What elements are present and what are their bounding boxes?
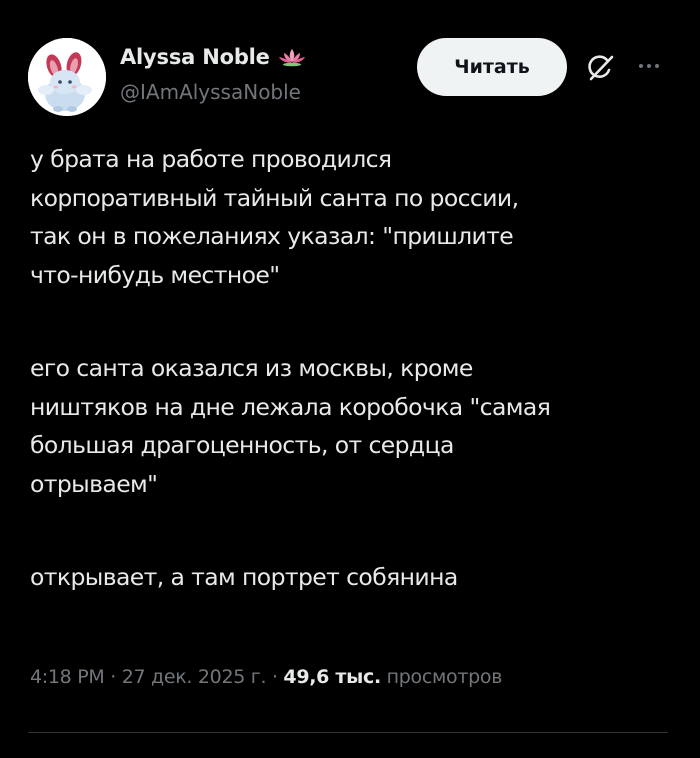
tweet-line: так он в пожеланиях указал: "пришлите (30, 222, 514, 250)
meta-separator: · (266, 666, 284, 688)
tweet-meta: 4:18 PM · 27 дек. 2025 г. · 49,6 тыс. пр… (30, 666, 502, 688)
author-handle[interactable]: @IAmAlyssaNoble (120, 80, 301, 104)
author-display-name[interactable]: Alyssa Noble (120, 45, 270, 69)
tweet-paragraph: у брата на работе проводился корпоративн… (30, 140, 680, 294)
avatar[interactable] (28, 38, 106, 116)
views-label: просмотров (386, 666, 503, 688)
tweet-line: его санта оказался из москвы, кроме (30, 354, 473, 382)
tweet-date[interactable]: 27 дек. 2025 г. (122, 666, 267, 688)
tweet-line: открывает, а там портрет собянина (30, 563, 458, 591)
tweet-line: большая драгоценность, от сердца (30, 431, 454, 459)
divider (28, 732, 668, 733)
grok-icon[interactable] (586, 53, 616, 83)
tweet-text: у брата на работе проводился корпоративн… (30, 140, 680, 597)
meta-separator: · (104, 666, 122, 688)
lotus-icon (278, 47, 306, 67)
tweet-paragraph: его санта оказался из москвы, кроме ништ… (30, 349, 680, 503)
tweet-line: ништяков на дне лежала коробочка "самая (30, 392, 551, 421)
tweet-paragraph: открывает, а там портрет собянина (30, 558, 680, 597)
more-icon[interactable] (634, 56, 664, 76)
avatar-bunny-illustration (28, 38, 106, 116)
tweet-line: отрываем" (30, 469, 158, 498)
tweet-line: у брата на работе проводился (30, 145, 392, 173)
tweet-line: что-нибудь местное" (30, 260, 280, 289)
views-count[interactable]: 49,6 тыс. (283, 666, 381, 688)
read-button[interactable]: Читать (417, 38, 567, 96)
tweet-line: корпоративный тайный санта по россии, (30, 183, 519, 212)
author-name-row: Alyssa Noble (120, 42, 306, 72)
tweet-time[interactable]: 4:18 PM (30, 666, 105, 688)
